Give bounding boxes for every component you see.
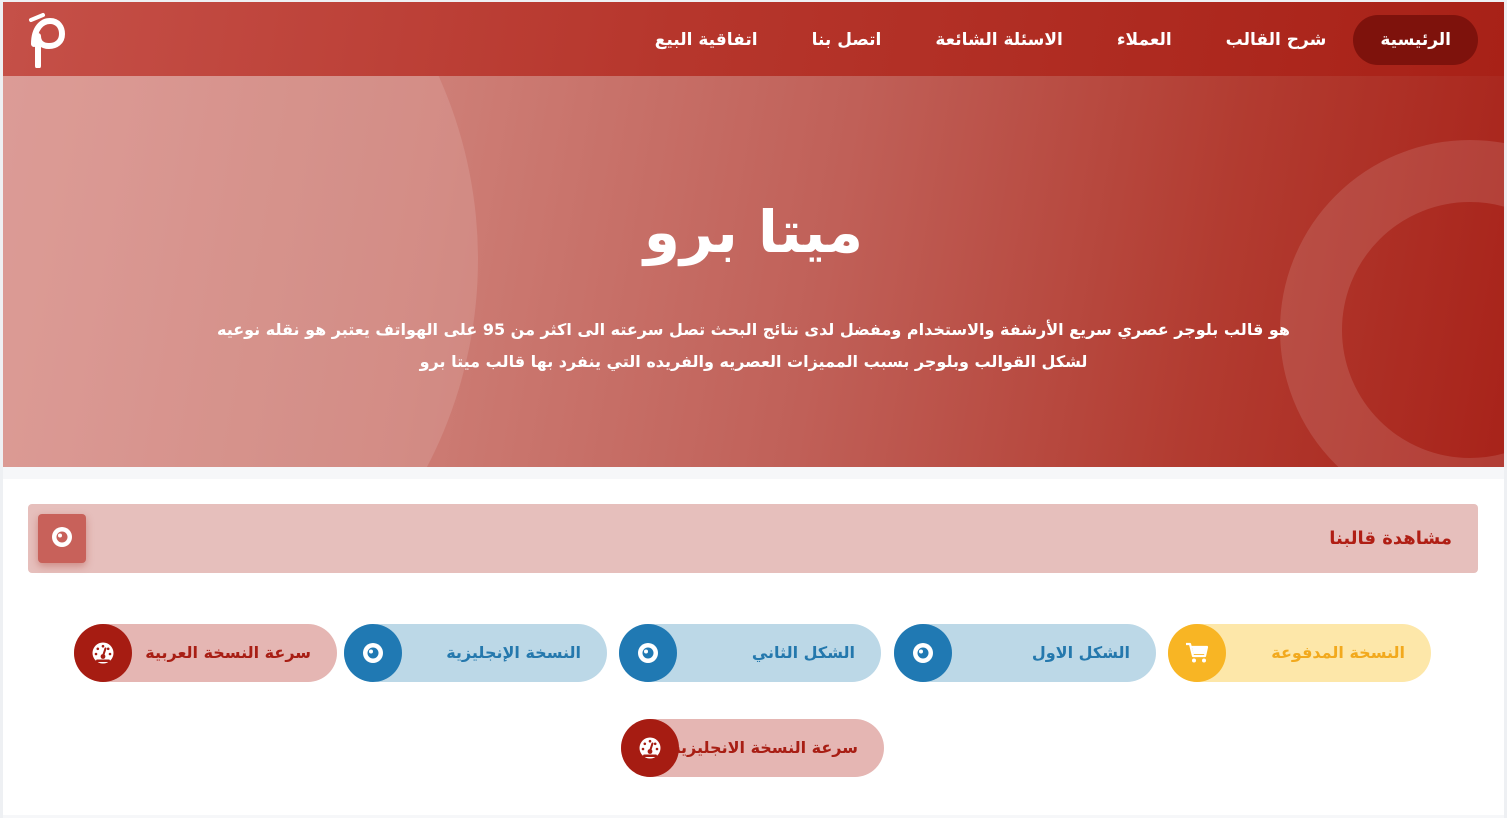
watch-template-bar[interactable]: مشاهدة قالبنا xyxy=(28,504,1478,573)
nav-item-clients[interactable]: العملاء xyxy=(1090,15,1199,65)
english-version-label: النسخة الإنجليزية xyxy=(446,643,581,662)
speedometer-icon xyxy=(74,624,132,682)
nav-item-template-guide[interactable]: شرح القالب xyxy=(1199,15,1354,65)
english-speed-label: سرعة النسخة الانجليزية xyxy=(671,738,858,757)
navbar: الرئيسية شرح القالب العملاء الاسئلة الشا… xyxy=(3,2,1504,76)
hero-decor-ring xyxy=(1280,140,1504,467)
eye-icon xyxy=(894,624,952,682)
paid-version-label: النسخة المدفوعة xyxy=(1271,643,1405,662)
eye-icon xyxy=(619,624,677,682)
content-panel: مشاهدة قالبنا النسخة المدفوعة الشكل الاو… xyxy=(3,479,1504,815)
hero-title: ميتا برو xyxy=(643,198,864,266)
second-layout-button[interactable]: الشكل الثاني xyxy=(619,624,881,682)
watch-template-button[interactable] xyxy=(38,514,86,563)
cart-icon xyxy=(1168,624,1226,682)
watch-template-label: مشاهدة قالبنا xyxy=(1329,528,1452,549)
meta-logo-icon[interactable] xyxy=(28,12,68,69)
first-layout-label: الشكل الاول xyxy=(1031,643,1130,662)
speedometer-icon xyxy=(621,719,679,777)
page-frame: الرئيسية شرح القالب العملاء الاسئلة الشا… xyxy=(3,2,1504,818)
eye-icon xyxy=(344,624,402,682)
nav-menu: الرئيسية شرح القالب العملاء الاسئلة الشا… xyxy=(628,15,1478,65)
hero-description: هو قالب بلوجر عصري سريع الأرشفة والاستخد… xyxy=(216,320,1290,371)
second-layout-label: الشكل الثاني xyxy=(751,643,855,662)
arabic-speed-label: سرعة النسخة العربية xyxy=(145,643,311,662)
paid-version-button[interactable]: النسخة المدفوعة xyxy=(1168,624,1431,682)
arabic-speed-button[interactable]: سرعة النسخة العربية xyxy=(74,624,337,682)
nav-item-contact[interactable]: اتصل بنا xyxy=(785,15,909,65)
nav-item-home[interactable]: الرئيسية xyxy=(1353,15,1478,65)
english-version-button[interactable]: النسخة الإنجليزية xyxy=(344,624,607,682)
english-speed-button[interactable]: سرعة النسخة الانجليزية xyxy=(621,719,884,777)
hero-section: الرئيسية شرح القالب العملاء الاسئلة الشا… xyxy=(3,2,1504,467)
nav-item-sales-agreement[interactable]: اتفاقية البيع xyxy=(628,15,785,65)
nav-item-faq[interactable]: الاسئلة الشائعة xyxy=(908,15,1090,65)
eye-icon xyxy=(50,525,74,553)
first-layout-button[interactable]: الشكل الاول xyxy=(894,624,1156,682)
